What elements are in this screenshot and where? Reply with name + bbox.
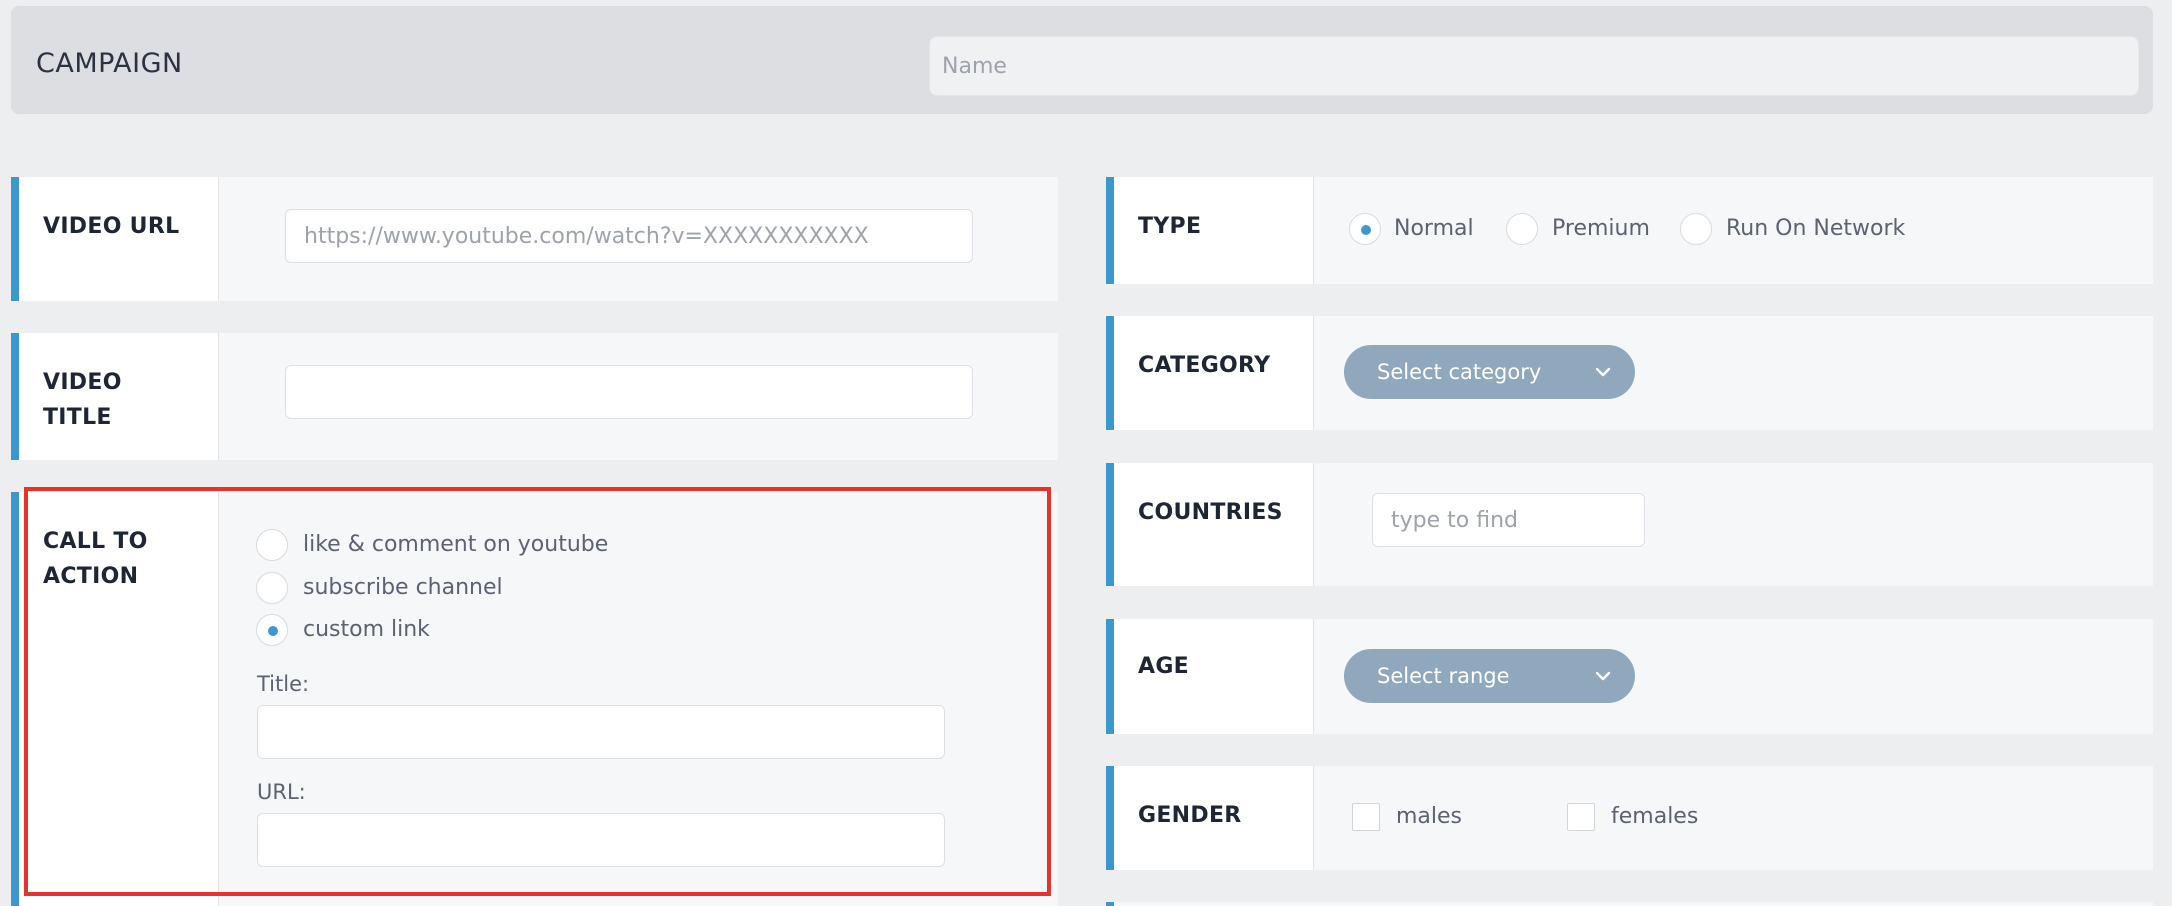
- next-panel-partial: [1106, 902, 2153, 906]
- cta-like-comment-radio[interactable]: [256, 529, 288, 561]
- category-panel: CATEGORY Select category: [1106, 316, 2153, 430]
- age-range-select[interactable]: Select range: [1344, 649, 1635, 703]
- gender-males-checkbox[interactable]: [1352, 803, 1380, 831]
- cta-url-input[interactable]: [257, 813, 945, 867]
- call-to-action-label: CALL TO ACTION: [43, 529, 148, 589]
- age-select-label: Select range: [1377, 664, 1510, 688]
- countries-label: COUNTRIES: [1138, 500, 1283, 525]
- age-panel: AGE Select range: [1106, 619, 2153, 734]
- gender-females-label[interactable]: females: [1611, 804, 1698, 829]
- category-label: CATEGORY: [1138, 353, 1271, 378]
- video-url-label: VIDEO URL: [43, 214, 180, 239]
- call-to-action-panel: CALL TO ACTION like & comment on youtube…: [11, 492, 1058, 906]
- campaign-name-input[interactable]: [929, 36, 2139, 96]
- video-title-label: VIDEO TITLE: [43, 370, 122, 430]
- cta-like-comment-label[interactable]: like & comment on youtube: [303, 532, 608, 557]
- category-select[interactable]: Select category: [1344, 345, 1635, 399]
- page-title: CAMPAIGN: [36, 48, 183, 79]
- gender-panel: GENDER males females: [1106, 766, 2153, 870]
- type-normal-label[interactable]: Normal: [1394, 216, 1474, 241]
- cta-title-input[interactable]: [257, 705, 945, 759]
- type-label: TYPE: [1138, 214, 1202, 239]
- chevron-down-icon: [1593, 649, 1613, 703]
- video-url-panel: VIDEO URL: [11, 177, 1058, 301]
- gender-label: GENDER: [1138, 803, 1242, 828]
- type-run-on-network-radio[interactable]: [1680, 213, 1712, 245]
- gender-females-checkbox[interactable]: [1567, 803, 1595, 831]
- type-run-on-network-label[interactable]: Run On Network: [1726, 216, 1905, 241]
- video-title-panel: VIDEO TITLE: [11, 333, 1058, 460]
- campaign-header: CAMPAIGN: [11, 6, 2153, 114]
- chevron-down-icon: [1593, 345, 1613, 399]
- gender-males-label[interactable]: males: [1396, 804, 1462, 829]
- type-normal-radio[interactable]: [1349, 213, 1381, 245]
- cta-custom-link-label[interactable]: custom link: [303, 617, 430, 642]
- age-label: AGE: [1138, 654, 1190, 679]
- cta-custom-link-radio[interactable]: [256, 614, 288, 646]
- countries-search-input[interactable]: [1372, 493, 1645, 547]
- type-premium-radio[interactable]: [1506, 213, 1538, 245]
- type-premium-label[interactable]: Premium: [1552, 216, 1650, 241]
- type-panel: TYPE Normal Premium Run On Network: [1106, 177, 2153, 284]
- cta-title-caption: Title:: [257, 672, 310, 696]
- cta-subscribe-radio[interactable]: [256, 572, 288, 604]
- category-select-label: Select category: [1377, 360, 1542, 384]
- cta-url-caption: URL:: [257, 780, 306, 804]
- video-url-input[interactable]: [285, 209, 973, 263]
- countries-panel: COUNTRIES: [1106, 463, 2153, 586]
- video-title-input[interactable]: [285, 365, 973, 419]
- cta-subscribe-label[interactable]: subscribe channel: [303, 575, 503, 600]
